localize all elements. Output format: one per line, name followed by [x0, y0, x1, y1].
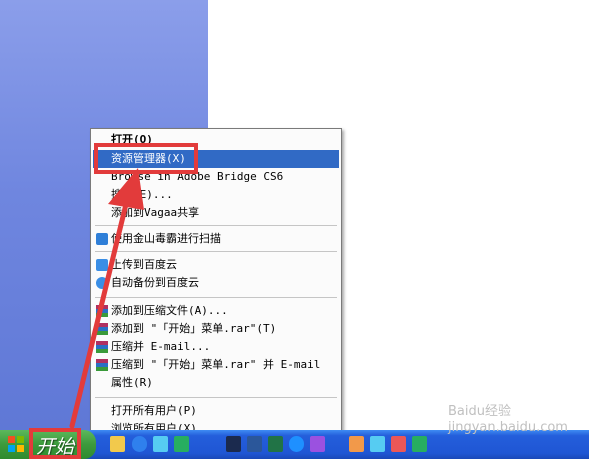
- annotation-arrow: [69, 168, 144, 429]
